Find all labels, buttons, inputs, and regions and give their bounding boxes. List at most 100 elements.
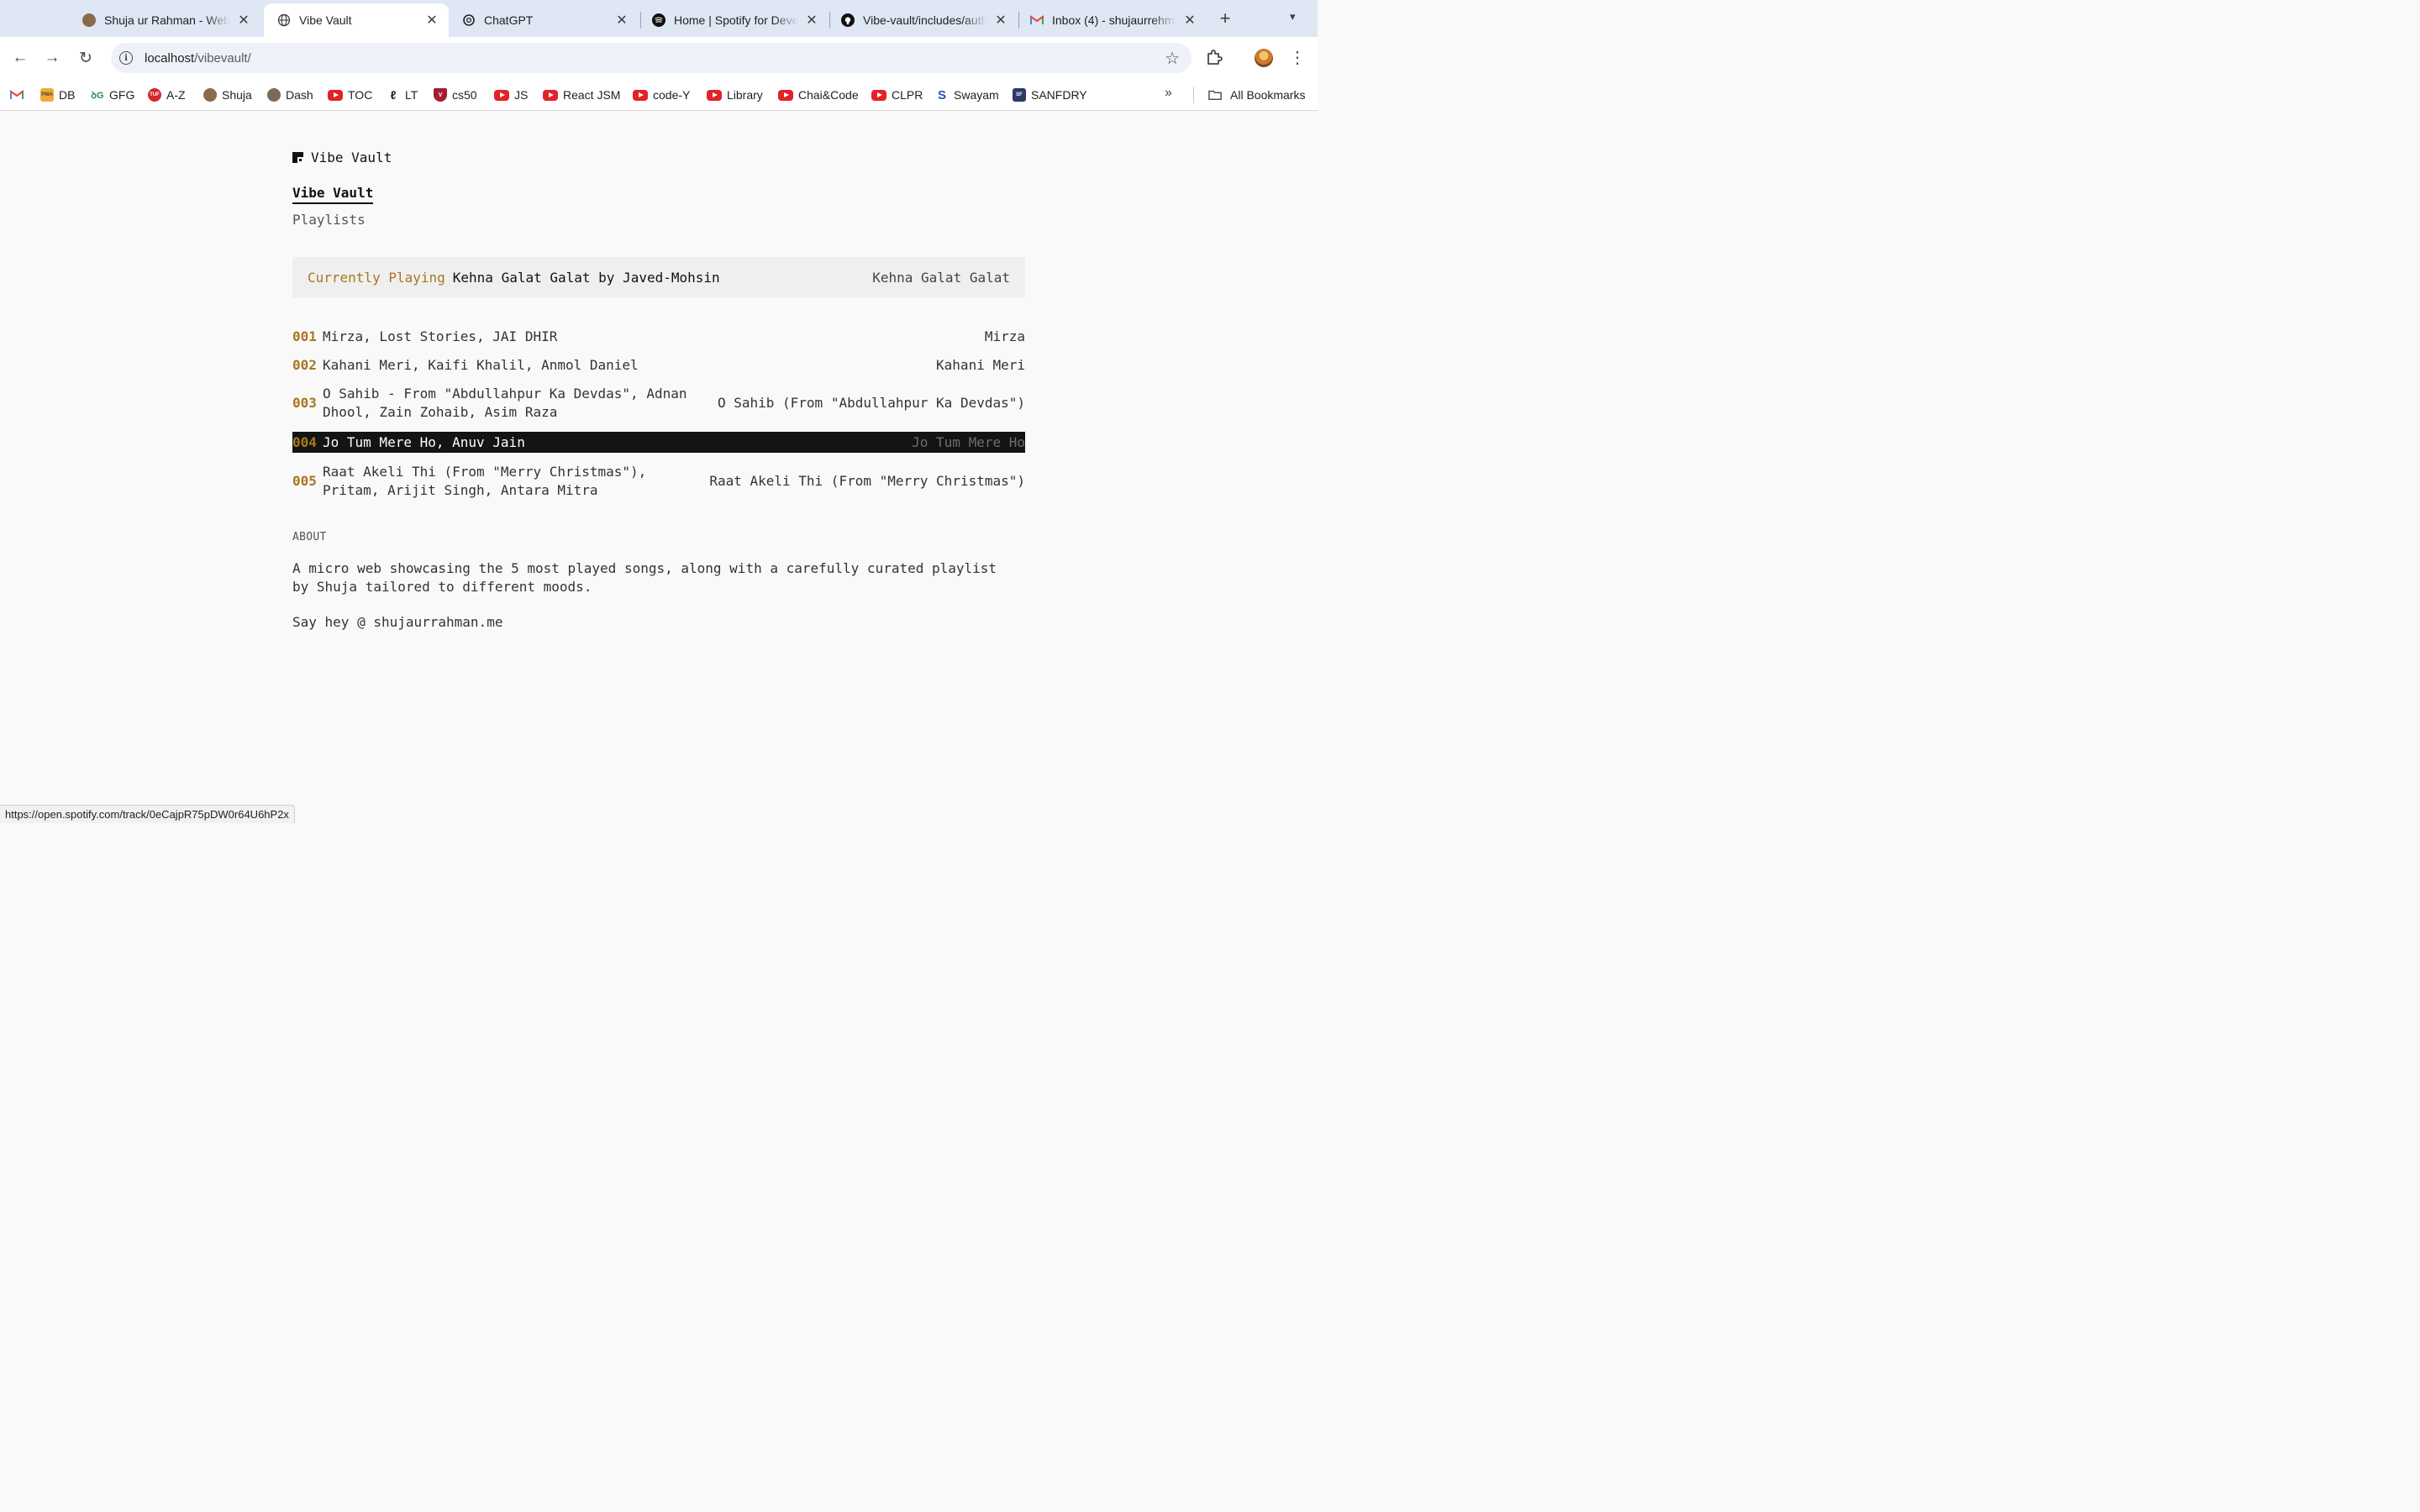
bookmark-toc[interactable]: TOC	[328, 79, 372, 111]
close-icon[interactable]: ✕	[424, 12, 440, 29]
bookmark-cs50[interactable]: V cs50	[434, 79, 477, 111]
bookmark-label: Swayam	[954, 88, 999, 102]
now-playing-title: Kehna Galat Galat	[872, 269, 1010, 286]
tab-gmail-inbox[interactable]: Inbox (4) - shujaurrehman ✕	[1017, 3, 1207, 37]
swayam-icon: S	[937, 87, 946, 102]
bookmark-chai-code[interactable]: Chai&Code	[778, 79, 859, 111]
track-number: 001	[292, 328, 317, 344]
track-row[interactable]: 001 Mirza, Lost Stories, JAI DHIR Mirza	[292, 328, 1025, 346]
bookmark-label: SANFDRY	[1031, 88, 1087, 102]
close-icon[interactable]: ✕	[803, 12, 820, 29]
track-list: 001 Mirza, Lost Stories, JAI DHIR Mirza …	[292, 328, 1025, 510]
logo-text: Vibe Vault	[311, 150, 392, 165]
tab-title: Vibe Vault	[299, 13, 352, 27]
bookmark-dash[interactable]: Dash	[267, 79, 313, 111]
tab-title: Home | Spotify for Devel	[674, 13, 798, 27]
close-icon[interactable]: ✕	[235, 12, 252, 29]
youtube-icon	[633, 89, 648, 101]
avatar-icon	[82, 13, 96, 27]
bookmark-gmail[interactable]	[10, 79, 29, 111]
site-title-link[interactable]: Vibe Vault	[292, 185, 374, 204]
bookmark-label: Chai&Code	[798, 88, 859, 102]
now-playing-bar[interactable]: Currently Playing Kehna Galat Galat by J…	[292, 257, 1025, 297]
back-button[interactable]: ←	[9, 47, 31, 69]
kebab-menu-icon[interactable]: ⋮	[1287, 47, 1307, 68]
now-playing-text: Kehna Galat Galat by Javed-Mohsin	[452, 269, 720, 286]
harvard-icon: V	[434, 88, 447, 102]
track-name: Jo Tum Mere Ho	[912, 433, 1025, 450]
bookmark-label: CLPR	[892, 88, 923, 102]
track-row[interactable]: 003 O Sahib - From "Abdullahpur Ka Devda…	[292, 385, 1025, 422]
track-artists: Kahani Meri, Kaifi Khalil, Anmol Daniel	[323, 357, 639, 373]
contact-link[interactable]: Say hey @ shujaurrahman.me	[292, 614, 502, 630]
bookmark-sanfdry[interactable]: SF SANFDRY	[1013, 79, 1087, 111]
tab-title: ChatGPT	[484, 13, 534, 27]
bookmark-star-icon[interactable]: ☆	[1165, 48, 1180, 69]
leetcode-icon: ℓ	[390, 88, 397, 102]
chatgpt-icon	[462, 13, 476, 27]
bookmark-library[interactable]: Library	[707, 79, 763, 111]
gmail-icon	[10, 88, 24, 102]
avatar-icon	[203, 88, 217, 102]
forward-button[interactable]: →	[41, 47, 63, 69]
close-icon[interactable]: ✕	[613, 12, 630, 29]
bookmark-label: Dash	[286, 88, 313, 102]
track-number: 002	[292, 357, 317, 373]
youtube-icon	[871, 89, 886, 101]
url-text[interactable]: localhost/vibevault/	[145, 51, 251, 66]
youtube-icon	[707, 89, 722, 101]
bookmark-swayam[interactable]: S Swayam	[935, 79, 999, 111]
bookmark-lt[interactable]: ℓ LT	[387, 79, 418, 111]
bookmark-label: DB	[59, 88, 76, 102]
new-tab-button[interactable]: +	[1215, 8, 1235, 29]
track-number: 005	[292, 473, 317, 489]
bookmark-label: Library	[727, 88, 763, 102]
address-bar[interactable]: i localhost/vibevault/ ☆	[111, 43, 1192, 73]
bookmark-js[interactable]: JS	[494, 79, 528, 111]
bookmarks-overflow-chevron-icon[interactable]: »	[1165, 86, 1172, 101]
bookmark-a-z[interactable]: TUF A-Z	[148, 79, 186, 111]
playlists-link[interactable]: Playlists	[292, 212, 366, 228]
track-artists: Raat Akeli Thi (From "Merry Christmas"),…	[323, 464, 647, 498]
browser-toolbar: ← → ↻ i localhost/vibevault/ ☆ ⋮	[0, 37, 1318, 79]
track-row[interactable]: 002 Kahani Meri, Kaifi Khalil, Anmol Dan…	[292, 356, 1025, 375]
all-bookmarks-label: All Bookmarks	[1230, 88, 1306, 102]
bookmark-db[interactable]: PMA DB	[40, 79, 75, 111]
tab-search-chevron-icon[interactable]: ▾	[1290, 10, 1296, 24]
all-bookmarks-folder[interactable]: All Bookmarks	[1208, 79, 1305, 111]
track-artists: Mirza, Lost Stories, JAI DHIR	[323, 328, 558, 344]
bookmarks-bar: PMA DB ꝺG GFG TUF A-Z Shuja Dash TOC ℓ L…	[0, 79, 1318, 111]
site-logo[interactable]: Vibe Vault	[292, 150, 392, 165]
tab-vibe-vault[interactable]: Vibe Vault ✕	[264, 3, 449, 37]
track-row[interactable]: 005 Raat Akeli Thi (From "Merry Christma…	[292, 463, 1025, 500]
track-name: Raat Akeli Thi (From "Merry Christmas")	[709, 473, 1025, 489]
tab-title: Vibe-vault/includes/auth	[863, 13, 987, 27]
close-icon[interactable]: ✕	[1181, 12, 1198, 29]
profile-avatar[interactable]	[1255, 49, 1273, 67]
bookmark-code-y[interactable]: code-Y	[633, 79, 690, 111]
reload-button[interactable]: ↻	[75, 47, 97, 69]
extensions-puzzle-icon[interactable]	[1205, 48, 1223, 66]
gfg-icon: ꝺG	[91, 90, 104, 101]
track-number: 004	[292, 433, 317, 450]
close-icon[interactable]: ✕	[992, 12, 1009, 29]
globe-icon	[277, 13, 291, 27]
tab-shuja-portfolio[interactable]: Shuja ur Rahman - Web ✕	[69, 3, 260, 37]
info-icon[interactable]: i	[119, 51, 133, 65]
bookmark-shuja[interactable]: Shuja	[203, 79, 252, 111]
track-number: 003	[292, 395, 317, 411]
bookmark-gfg[interactable]: ꝺG GFG	[91, 79, 134, 111]
url-host: localhost	[145, 50, 195, 66]
tab-github[interactable]: Vibe-vault/includes/auth ✕	[828, 3, 1018, 37]
bookmark-label: code-Y	[653, 88, 691, 102]
github-icon	[841, 13, 855, 27]
about-heading: ABOUT	[292, 531, 327, 543]
tab-chatgpt[interactable]: ChatGPT ✕	[449, 3, 639, 37]
bookmark-react-jsm[interactable]: React JSM	[543, 79, 620, 111]
now-playing-label: Currently Playing	[308, 269, 445, 286]
track-row-active[interactable]: 004 Jo Tum Mere Ho, Anuv Jain Jo Tum Mer…	[292, 432, 1025, 453]
tab-spotify-developers[interactable]: Home | Spotify for Devel ✕	[639, 3, 829, 37]
bookmark-clpr[interactable]: CLPR	[871, 79, 923, 111]
youtube-icon	[543, 89, 558, 101]
spotify-icon	[652, 13, 666, 27]
